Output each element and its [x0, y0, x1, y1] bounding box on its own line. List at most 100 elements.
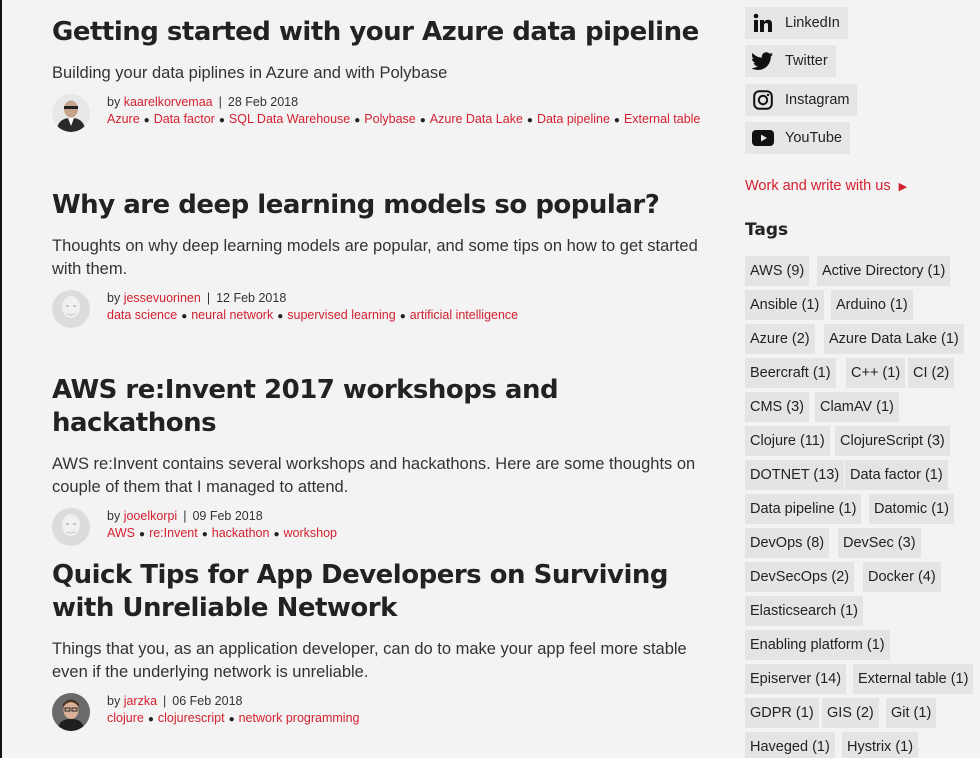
tag-chip[interactable]: Enabling platform (1)	[745, 630, 890, 660]
twitter-icon	[751, 49, 775, 73]
tag-chip[interactable]: AWS (9)	[745, 256, 810, 286]
author-link[interactable]: kaarelkorvemaa	[124, 95, 213, 109]
post-tag-link[interactable]: neural network	[191, 308, 273, 322]
post-tag-link[interactable]: Azure	[107, 112, 140, 126]
social-link-instagram[interactable]: Instagram	[745, 84, 858, 116]
tag-dot: ●	[139, 529, 146, 540]
meta-text: by jarzka | 06 Feb 2018 clojure ● clojurescr…	[107, 693, 707, 728]
post-tag-link[interactable]: External table	[624, 112, 700, 126]
post-tag-link[interactable]: SQL Data Warehouse	[229, 112, 350, 126]
author-link[interactable]: jarzka	[124, 694, 157, 708]
tag-chip[interactable]: Elasticsearch (1)	[745, 596, 863, 626]
social-label: YouTube	[785, 130, 842, 146]
post-tag-link[interactable]: AWS	[107, 526, 135, 540]
social-label: LinkedIn	[785, 15, 840, 31]
author-avatar[interactable]	[52, 693, 90, 731]
tag-chip[interactable]: DevSecOps (2)	[745, 562, 855, 592]
post-date: 28 Feb 2018	[227, 95, 299, 109]
post-title[interactable]: Quick Tips for App Developers on Survivi…	[52, 559, 712, 625]
social-link-linkedin[interactable]: LinkedIn	[745, 7, 848, 39]
post-tag-link[interactable]: hackathon	[212, 526, 270, 540]
author-link[interactable]: jessevuorinen	[124, 291, 201, 305]
separator: |	[163, 694, 167, 708]
tag-chip[interactable]: Datomic (1)	[869, 494, 954, 524]
arrow-right-icon: ▶	[898, 181, 908, 193]
tag-dot: ●	[273, 529, 280, 540]
tag-chip[interactable]: External table (1)	[853, 664, 974, 694]
tag-chip[interactable]: DOTNET (13)	[745, 460, 845, 490]
post-date: 06 Feb 2018	[172, 694, 243, 708]
tag-chip[interactable]: Haveged (1)	[745, 732, 835, 758]
tag-dot: ●	[526, 115, 533, 126]
tag-dot: ●	[143, 115, 150, 126]
post-excerpt: Things that you, as an application devel…	[52, 640, 687, 681]
tag-dot: ●	[228, 714, 235, 725]
tag-chip[interactable]: Episerver (14)	[745, 664, 847, 694]
post-tag-link[interactable]: Data pipeline	[537, 112, 610, 126]
by-label: by	[107, 291, 121, 305]
tag-chip[interactable]: GDPR (1)	[745, 698, 819, 728]
tag-chip[interactable]: DevSec (3)	[838, 528, 921, 558]
post-meta: by jessevuorinen | 12 Feb 2018 data scienc…	[52, 290, 712, 330]
tag-chip[interactable]: DevOps (8)	[745, 528, 830, 558]
tag-chip[interactable]: Hystrix (1)	[842, 732, 919, 758]
tag-chip[interactable]: ClojureScript (3)	[835, 426, 950, 456]
post-tag-link[interactable]: Polybase	[364, 112, 415, 126]
social-link-twitter[interactable]: Twitter	[745, 45, 836, 77]
post-tag-link[interactable]: supervised learning	[287, 308, 395, 322]
left-border	[0, 0, 2, 758]
post-item: Why are deep learning models so popular?…	[52, 189, 712, 330]
author-avatar[interactable]	[52, 290, 90, 328]
post-item: Quick Tips for App Developers on Survivi…	[52, 559, 712, 733]
post-title[interactable]: Getting started with your Azure data pip…	[52, 16, 712, 49]
author-link[interactable]: jooelkorpi	[124, 509, 178, 523]
meta-text: by jessevuorinen | 12 Feb 2018 data scienc…	[107, 290, 707, 325]
post-tag-link[interactable]: workshop	[283, 526, 337, 540]
post-title[interactable]: AWS re:Invent 2017 workshops and hackath…	[52, 374, 712, 440]
tag-chip[interactable]: Ansible (1)	[745, 290, 825, 320]
post-tag-link[interactable]: Azure Data Lake	[430, 112, 523, 126]
tag-chip[interactable]: CI (2)	[908, 358, 955, 388]
author-avatar[interactable]	[52, 508, 90, 546]
work-with-us-link[interactable]: Work and write with us ▶	[745, 178, 907, 194]
post-tag-link[interactable]: data science	[107, 308, 177, 322]
post-tag-link[interactable]: clojure	[107, 711, 144, 725]
tag-dot: ●	[399, 311, 406, 322]
post-meta: by jarzka | 06 Feb 2018 clojure ● clojurescr…	[52, 693, 712, 733]
tag-chip[interactable]: Git (1)	[886, 698, 937, 728]
tag-chip[interactable]: Beercraft (1)	[745, 358, 836, 388]
tag-dot: ●	[354, 115, 361, 126]
tag-chip[interactable]: Azure (2)	[745, 324, 815, 354]
tag-chip[interactable]: Azure Data Lake (1)	[824, 324, 964, 354]
tag-chip[interactable]: ClamAV (1)	[815, 392, 899, 422]
by-label: by	[107, 95, 121, 109]
tag-chip[interactable]: Clojure (11)	[745, 426, 830, 456]
tag-chip[interactable]: CMS (3)	[745, 392, 809, 422]
post-tags: clojure ● clojurescript ● network programmin…	[107, 711, 360, 725]
post-meta: by kaarelkorvemaa | 28 Feb 2018 Azure ● Data…	[52, 94, 712, 134]
post-tag-link[interactable]: artificial intelligence	[410, 308, 518, 322]
tag-chip[interactable]: C++ (1)	[846, 358, 906, 388]
post-excerpt: Thoughts on why deep learning models are…	[52, 237, 698, 278]
tag-chip[interactable]: GIS (2)	[822, 698, 879, 728]
post-tag-link[interactable]: clojurescript	[158, 711, 225, 725]
post-date: 12 Feb 2018	[216, 291, 287, 305]
tag-dot: ●	[613, 115, 620, 126]
tag-chip[interactable]: Active Directory (1)	[817, 256, 951, 286]
tag-chip[interactable]: Arduino (1)	[831, 290, 913, 320]
tag-chip[interactable]: Data factor (1)	[845, 460, 948, 490]
tag-chip[interactable]: Data pipeline (1)	[745, 494, 862, 524]
post-meta: by jooelkorpi | 09 Feb 2018 AWS ● re:Invent ●…	[52, 508, 712, 548]
post-tag-link[interactable]: network programming	[239, 711, 360, 725]
social-link-youtube[interactable]: YouTube	[745, 122, 850, 154]
post-tag-link[interactable]: Data factor	[154, 112, 215, 126]
author-avatar[interactable]	[52, 94, 90, 132]
tag-dot: ●	[419, 115, 426, 126]
tag-chip[interactable]: Docker (4)	[863, 562, 941, 592]
separator: |	[218, 95, 222, 109]
post-title[interactable]: Why are deep learning models so popular?	[52, 189, 712, 222]
post-tag-link[interactable]: re:Invent	[149, 526, 198, 540]
tag-dot: ●	[277, 311, 284, 322]
tag-dot: ●	[181, 311, 188, 322]
post-item: Getting started with your Azure data pip…	[52, 16, 712, 134]
